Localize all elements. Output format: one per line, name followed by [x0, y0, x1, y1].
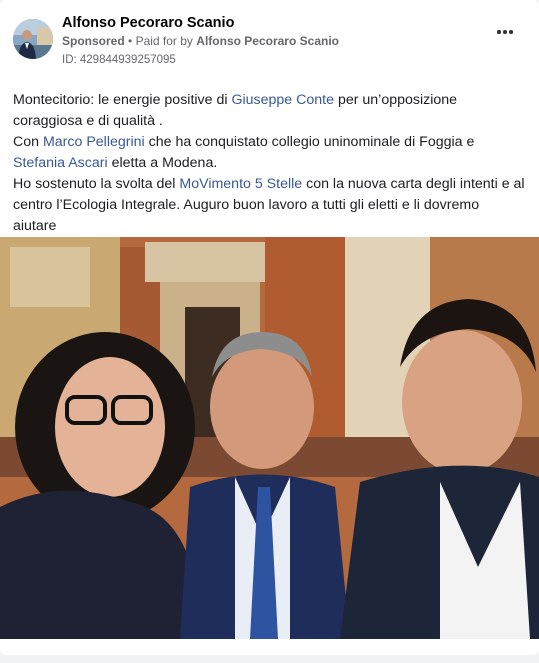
- separator-dot: •: [128, 34, 133, 48]
- page-name[interactable]: Alfonso Pecoraro Scanio: [62, 15, 234, 31]
- avatar[interactable]: [13, 19, 53, 59]
- link-marco-pellegrini[interactable]: Marco Pellegrini: [43, 134, 145, 150]
- post-paragraph-2: Con Marco Pellegrini che ha conquistato …: [13, 134, 475, 171]
- ad-id: ID: 429844939257095: [62, 54, 176, 66]
- avatar-photo: [13, 19, 53, 59]
- link-movimento-5-stelle[interactable]: MoVimento 5 Stelle: [179, 176, 302, 192]
- sponsored-label[interactable]: Sponsored: [62, 34, 125, 48]
- sponsored-line: Sponsored • Paid for by Alfonso Pecoraro…: [62, 34, 339, 48]
- post-header: Alfonso Pecoraro Scanio Sponsored • Paid…: [0, 0, 539, 82]
- paid-for-name: Alfonso Pecoraro Scanio: [196, 34, 339, 48]
- post-paragraph-3: Ho sostenuto la svolta del MoVimento 5 S…: [13, 176, 525, 234]
- paid-for-prefix: Paid for by: [135, 34, 193, 48]
- post-photo[interactable]: [0, 237, 539, 639]
- post-text: Montecitorio: le energie positive di Giu…: [13, 90, 525, 258]
- post-paragraph-1: Montecitorio: le energie positive di Giu…: [13, 92, 458, 129]
- link-giuseppe-conte[interactable]: Giuseppe Conte: [231, 92, 334, 108]
- link-stefania-ascari[interactable]: Stefania Ascari: [13, 155, 108, 171]
- more-horizontal-icon[interactable]: [493, 22, 517, 42]
- ad-post-card: Alfonso Pecoraro Scanio Sponsored • Paid…: [0, 0, 539, 655]
- selfie-image: [0, 237, 539, 639]
